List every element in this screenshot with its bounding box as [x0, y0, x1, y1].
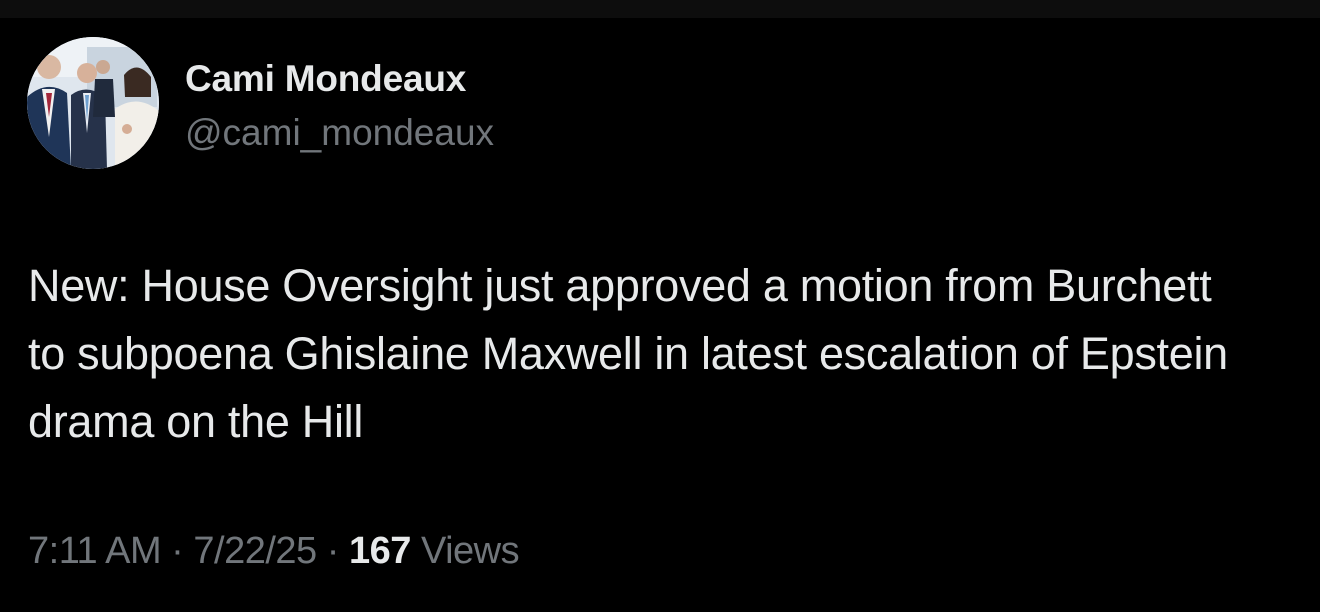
tweet-date[interactable]: 7/22/25 — [193, 530, 317, 572]
avatar-photo — [27, 37, 159, 169]
views-count[interactable]: 167 — [349, 530, 411, 572]
author-handle[interactable]: @cami_mondeaux — [185, 112, 494, 154]
top-bar — [0, 0, 1320, 18]
tweet-time[interactable]: 7:11 AM — [28, 530, 162, 572]
avatar[interactable] — [27, 37, 159, 169]
views-label[interactable]: Views — [421, 530, 520, 572]
tweet-card: Cami Mondeaux @cami_mondeaux New: House … — [0, 18, 1320, 612]
meta-separator: · — [171, 530, 184, 572]
tweet-text: New: House Oversight just approved a mot… — [28, 260, 1228, 447]
tweet-meta: 7:11 AM · 7/22/25 · 167 Views — [28, 530, 520, 573]
author-display-name[interactable]: Cami Mondeaux — [185, 58, 466, 100]
meta-separator: · — [326, 530, 340, 572]
